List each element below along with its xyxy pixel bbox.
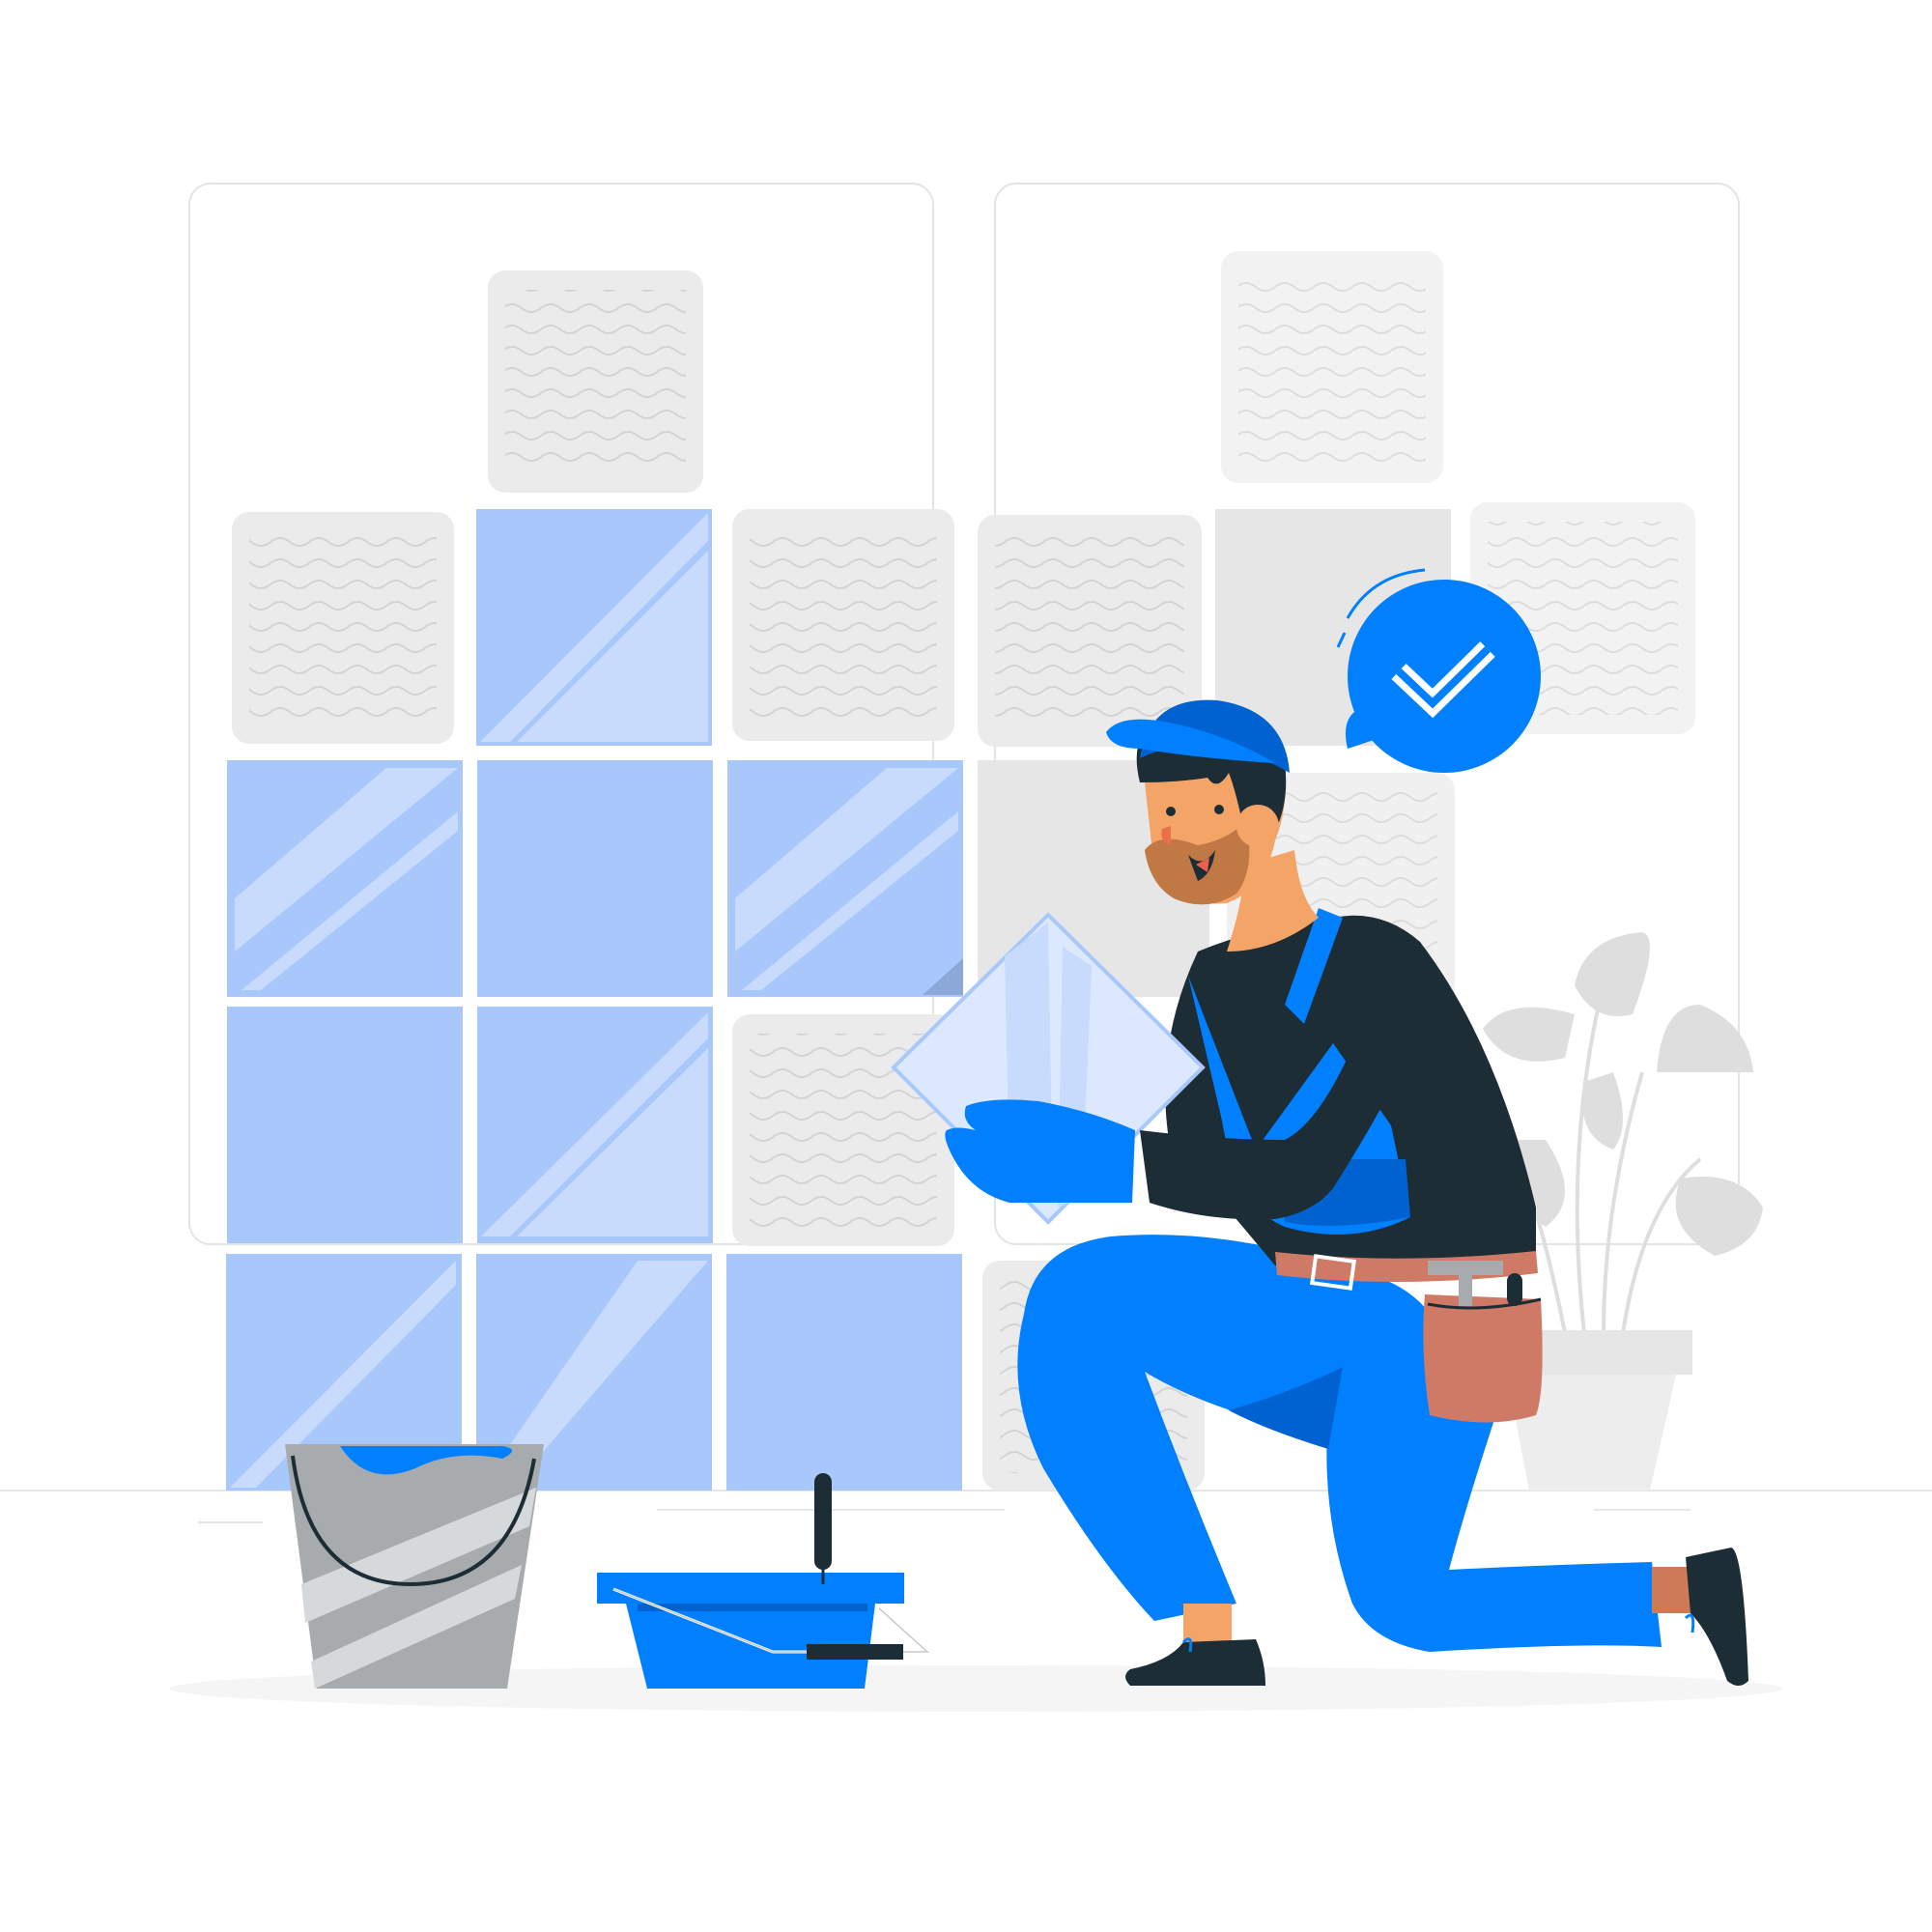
- bucket: [285, 1444, 544, 1689]
- blue-tile: [726, 1254, 962, 1491]
- gray-tile: [232, 512, 454, 744]
- tiling-illustration: [0, 183, 1932, 1712]
- back-shoe: [1686, 1548, 1748, 1686]
- blue-tile: [476, 509, 712, 746]
- blue-tile: [227, 1007, 463, 1243]
- tool-pouch: [1423, 1294, 1543, 1423]
- blue-tile: [227, 760, 463, 997]
- gray-tile: [488, 270, 703, 493]
- front-shoe: [1125, 1639, 1265, 1686]
- blue-tile: [477, 1007, 713, 1243]
- blue-tile: [477, 760, 713, 997]
- blue-tile: [727, 760, 963, 997]
- paint-tray: [597, 1473, 931, 1689]
- gray-tile: [732, 509, 954, 741]
- ear: [1236, 805, 1279, 847]
- gray-tile: [1221, 251, 1443, 483]
